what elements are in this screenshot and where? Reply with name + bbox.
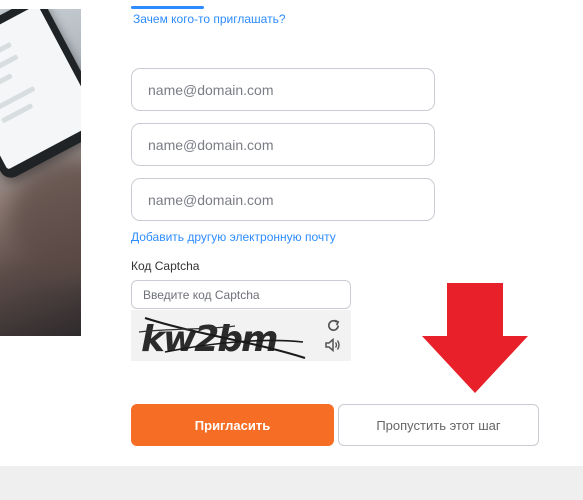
phone-screen	[0, 9, 81, 170]
captcha-input[interactable]	[131, 280, 351, 309]
skip-step-button[interactable]: Пропустить этот шаг	[338, 404, 539, 446]
email-field-3[interactable]	[131, 178, 435, 221]
invite-button[interactable]: Пригласить	[131, 404, 334, 446]
speaker-icon[interactable]	[324, 336, 342, 354]
email-field-1[interactable]	[131, 68, 435, 111]
active-tab-indicator	[131, 6, 204, 9]
phone-image	[0, 9, 81, 182]
refresh-icon[interactable]	[324, 316, 342, 334]
email-field-2[interactable]	[131, 123, 435, 166]
captcha-image-text: kw2bm	[141, 319, 277, 360]
footer-strip	[0, 466, 583, 500]
hero-photo	[0, 9, 81, 336]
why-invite-link[interactable]: Зачем кого-то приглашать?	[133, 12, 286, 26]
hand-shape	[10, 159, 81, 279]
red-arrow-annotation	[422, 283, 528, 393]
captcha-image: kw2bm	[135, 312, 307, 360]
add-email-link[interactable]: Добавить другую электронную почту	[131, 230, 336, 244]
captcha-panel: kw2bm	[131, 310, 351, 361]
captcha-label: Код Captcha	[131, 259, 200, 273]
